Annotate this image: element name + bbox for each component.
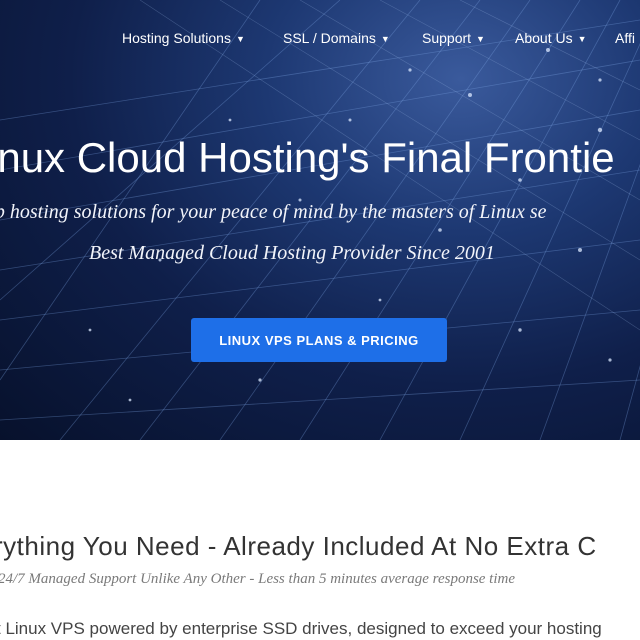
nav-item-about-us[interactable]: About Us ▼: [515, 30, 587, 46]
nav-item-affiliates[interactable]: Affi: [615, 30, 635, 46]
nav-item-label: Affi: [615, 30, 635, 46]
hero-banner: Hosting Solutions ▼ SSL / Domains ▼ Suppor…: [0, 0, 640, 440]
features-body-text: t Linux VPS powered by enterprise SSD dr…: [0, 619, 602, 638]
nav-item-ssl-domains[interactable]: SSL / Domains ▼: [283, 30, 390, 46]
nav-item-label: Support: [422, 30, 472, 46]
nav-item-hosting-solutions[interactable]: Hosting Solutions ▼: [122, 30, 245, 46]
features-heading: rything You Need - Already Included At N…: [0, 531, 597, 561]
chevron-down-icon: ▼: [380, 34, 390, 44]
chevron-down-icon: ▼: [235, 34, 245, 44]
hero-subtitle: eb hosting solutions for your peace of m…: [0, 201, 547, 223]
nav-item-label: About Us: [515, 30, 573, 46]
nav-item-support[interactable]: Support ▼: [422, 30, 485, 46]
main-nav: Hosting Solutions ▼ SSL / Domains ▼ Suppor…: [0, 30, 640, 54]
nav-item-label: Hosting Solutions: [122, 30, 231, 46]
features-subheading: 24/7 Managed Support Unlike Any Other - …: [0, 571, 516, 587]
vps-plans-pricing-button[interactable]: LINUX VPS PLANS & PRICING: [191, 318, 447, 362]
chevron-down-icon: ▼: [577, 34, 587, 44]
hero-tagline: Best Managed Cloud Hosting Provider Sinc…: [89, 242, 495, 264]
hero-title: inux Cloud Hosting's Final Frontie: [0, 134, 615, 181]
chevron-down-icon: ▼: [476, 34, 485, 44]
nav-item-label: SSL / Domains: [283, 30, 376, 46]
